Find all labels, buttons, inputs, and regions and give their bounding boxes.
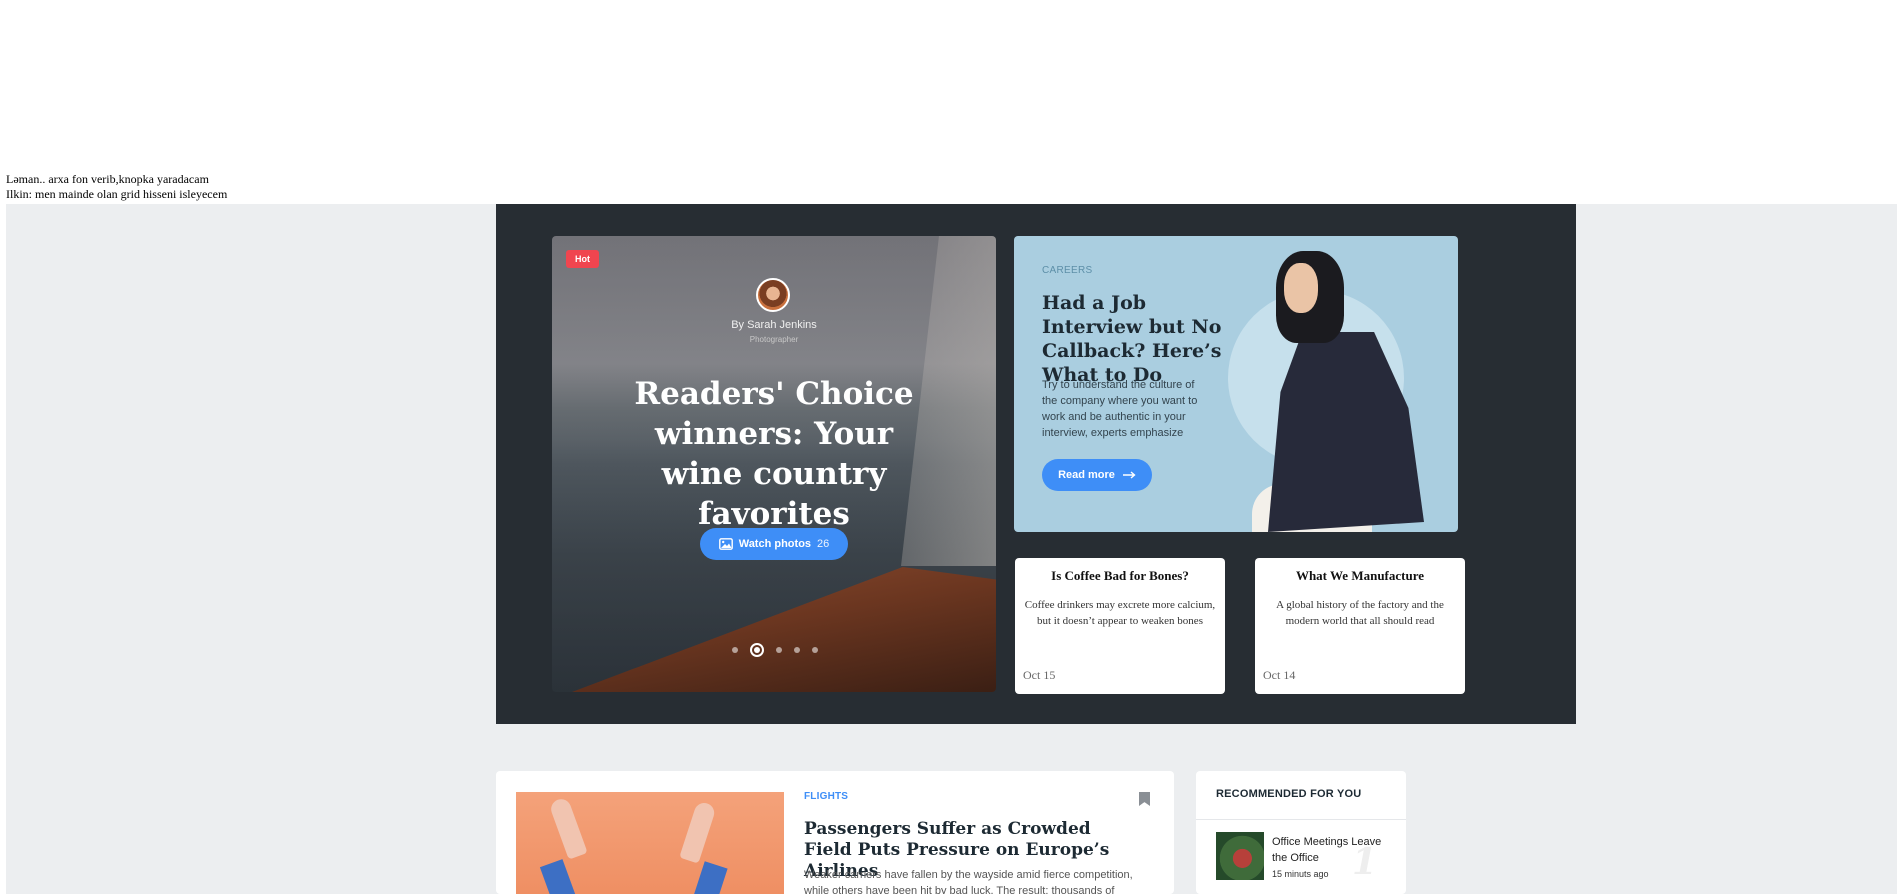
- sleeve-shape: [692, 861, 728, 894]
- careers-title[interactable]: Had a Job Interview but No Callback? Her…: [1042, 291, 1242, 387]
- careers-card[interactable]: CAREERS Had a Job Interview but No Callb…: [1014, 236, 1458, 532]
- dev-notes: Ləman.. arxa fon verib,knopka yaradacam …: [6, 172, 227, 202]
- news-card-date: Oct 15: [1023, 668, 1056, 682]
- note-line-2: Ilkin: men mainde olan grid hisseni isle…: [6, 187, 228, 201]
- arrow-right-icon: [1122, 471, 1136, 479]
- note-line-1: Ləman.. arxa fon verib,knopka yaradacam: [6, 172, 209, 186]
- news-card[interactable]: Is Coffee Bad for Bones? Coffee drinkers…: [1015, 558, 1225, 694]
- image-icon: [718, 538, 733, 550]
- watch-photos-label: Watch photos: [738, 538, 812, 550]
- hero-section: Hot By Sarah Jenkins Photographer Reader…: [496, 204, 1576, 724]
- photo-count: 26: [817, 538, 830, 550]
- read-more-label: Read more: [1058, 469, 1115, 481]
- hand-shape: [548, 796, 588, 860]
- hand-shape: [679, 800, 717, 864]
- sleeve-shape: [539, 859, 577, 894]
- news-card-date: Oct 14: [1263, 668, 1296, 682]
- author-name[interactable]: By Sarah Jenkins: [552, 319, 996, 331]
- slider-dot-1[interactable]: [732, 647, 738, 653]
- featured-slider[interactable]: Hot By Sarah Jenkins Photographer Reader…: [552, 236, 996, 692]
- article-card[interactable]: FLIGHTS Passengers Suffer as Crowded Fie…: [496, 771, 1174, 894]
- news-card[interactable]: What We Manufacture A global history of …: [1255, 558, 1465, 694]
- careers-category[interactable]: CAREERS: [1042, 265, 1092, 276]
- news-card-title[interactable]: What We Manufacture: [1263, 568, 1457, 584]
- watch-photos-button[interactable]: Watch photos 26: [700, 528, 848, 560]
- slider-dot-5[interactable]: [812, 647, 818, 653]
- author-role: Photographer: [749, 335, 799, 344]
- news-card-description: A global history of the factory and the …: [1276, 599, 1444, 627]
- slider-dot-2[interactable]: [750, 643, 764, 657]
- boat-image: [572, 567, 996, 692]
- author-avatar[interactable]: [756, 278, 790, 312]
- person-image-face: [1284, 263, 1318, 313]
- careers-description: Try to understand the culture of the com…: [1042, 379, 1198, 439]
- recommended-item-title[interactable]: Office Meetings Leave the Office: [1272, 834, 1392, 866]
- recommended-thumbnail[interactable]: [1216, 832, 1264, 880]
- recommended-heading: RECOMMENDED FOR YOU: [1216, 788, 1362, 800]
- slider-dot-4[interactable]: [794, 647, 800, 653]
- news-card-title[interactable]: Is Coffee Bad for Bones?: [1023, 568, 1217, 584]
- recommended-item-time: 15 minuts ago: [1272, 869, 1329, 879]
- bookmark-icon[interactable]: [1139, 792, 1150, 806]
- recommended-panel: RECOMMENDED FOR YOU 1 Office Meetings Le…: [1196, 771, 1406, 894]
- news-card-description: Coffee drinkers may excrete more calcium…: [1024, 599, 1216, 627]
- divider: [1196, 819, 1406, 820]
- article-image[interactable]: [516, 792, 784, 894]
- slide-title[interactable]: Readers' Choice winners: Your wine count…: [614, 374, 934, 534]
- slider-dots: [732, 643, 818, 657]
- hot-badge: Hot: [566, 250, 599, 268]
- slider-dot-3[interactable]: [776, 647, 782, 653]
- article-description: Weaker carriers have fallen by the waysi…: [804, 869, 1133, 894]
- read-more-button[interactable]: Read more: [1042, 459, 1152, 491]
- article-category[interactable]: FLIGHTS: [804, 791, 848, 802]
